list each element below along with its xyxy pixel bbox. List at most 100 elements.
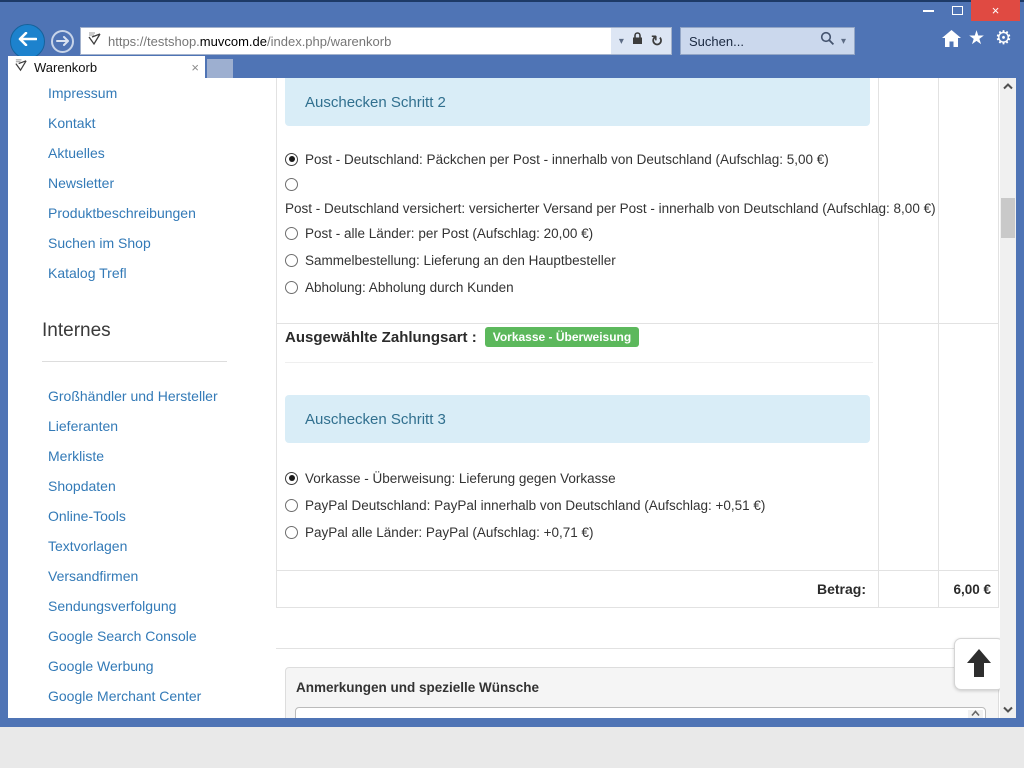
content-bottom-border [276,648,999,649]
radio-selected[interactable] [285,472,298,485]
scrollbar-down-icon[interactable] [1000,701,1016,718]
radio-selected[interactable] [285,153,298,166]
payment-option-label: PayPal alle Länder: PayPal (Aufschlag: +… [305,525,594,540]
sidebar-divider [42,361,227,362]
sidebar-item-sendungsverfolgung[interactable]: Sendungsverfolgung [8,591,268,621]
search-input[interactable]: Suchen... ▾ [680,27,855,55]
table-border-col2 [878,78,879,607]
back-arrow-icon [18,32,37,51]
forward-button[interactable] [51,30,74,53]
total-label: Betrag: [276,571,878,607]
sidebar-item-online-tools[interactable]: Online-Tools [8,501,268,531]
browser-window: × https://testshop.muvcom.de/index.php/w… [0,0,1024,727]
sidebar-item-kontakt[interactable]: Kontakt [8,108,268,138]
soft-divider [285,362,873,363]
radio-unselected[interactable] [285,281,298,294]
maximize-button[interactable] [943,0,971,21]
radio-unselected[interactable] [285,178,298,191]
step2-panel: Auschecken Schritt 2 [285,78,870,126]
textarea-scroll-up-icon[interactable] [968,710,983,718]
shipping-option-label: Sammelbestellung: Lieferung an den Haupt… [305,253,616,268]
step2-title: Auschecken Schritt 2 [305,94,446,111]
home-icon[interactable] [941,29,962,53]
window-border-top [0,0,1024,2]
tab-favicon [14,58,28,77]
sidebar-item-suchen-im-shop[interactable]: Suchen im Shop [8,228,268,258]
page-viewport: Impressum Kontakt Aktuelles Newsletter P… [8,78,1000,718]
sidebar-item-google-merchant-center[interactable]: Google Merchant Center [8,681,268,711]
close-button[interactable]: × [971,0,1020,21]
shipping-option-label: Post - Deutschland: Päckchen per Post - … [305,152,829,167]
radio-unselected[interactable] [285,254,298,267]
sidebar-item-newsletter[interactable]: Newsletter [8,168,268,198]
desktop-background [0,727,1024,768]
sidebar-item-produktbeschreibungen[interactable]: Produktbeschreibungen [8,198,268,228]
table-border-left [276,78,277,607]
selected-payment-label: Ausgewählte Zahlungsart : [285,329,477,346]
radio-unselected[interactable] [285,227,298,240]
sidebar-item-google-search-console[interactable]: Google Search Console [8,621,268,651]
vertical-scrollbar[interactable] [1000,78,1016,718]
lock-icon [632,32,643,50]
radio-unselected[interactable] [285,526,298,539]
table-border-right [998,78,999,607]
total-row-bottom-border [276,607,999,608]
sidebar-item-aktuelles[interactable]: Aktuelles [8,138,268,168]
shipping-option-row[interactable] [285,174,298,194]
tab-close-icon[interactable]: × [191,60,199,75]
shipping-option-label-wrapped[interactable]: Post - Deutschland versichert: versicher… [285,198,936,218]
scroll-to-top-button[interactable] [954,638,1000,690]
sidebar-nav-top: Impressum Kontakt Aktuelles Newsletter P… [8,78,268,288]
selected-payment-row: Ausgewählte Zahlungsart : Vorkasse - Übe… [285,325,639,349]
sidebar-item-google-werbung[interactable]: Google Werbung [8,651,268,681]
tab-title: Warenkorb [34,60,185,75]
section-divider [276,323,999,324]
minimize-button[interactable] [913,0,943,21]
sidebar-section-title: Internes [42,320,111,342]
step3-panel: Auschecken Schritt 3 [285,395,870,443]
settings-gear-icon[interactable]: ⚙ [995,29,1012,49]
sidebar-item-katalog-trefl[interactable]: Katalog Trefl [8,258,268,288]
payment-option-label: PayPal Deutschland: PayPal innerhalb von… [305,498,765,513]
address-bar-controls: ▾ ↻ [611,28,671,54]
table-border-col3 [938,78,939,607]
address-bar[interactable]: https://testshop.muvcom.de/index.php/war… [80,27,672,55]
total-value: 6,00 € [938,571,999,607]
search-dropdown-icon[interactable]: ▾ [841,36,846,47]
scrollbar-thumb[interactable] [1001,198,1015,238]
autocomplete-dropdown-icon[interactable]: ▾ [619,36,624,47]
radio-unselected[interactable] [285,499,298,512]
notes-textarea[interactable] [295,707,986,718]
selected-payment-badge: Vorkasse - Überweisung [485,327,640,347]
shipping-option-row[interactable]: Sammelbestellung: Lieferung an den Haupt… [285,250,616,270]
search-icon[interactable] [820,31,835,51]
payment-option-row[interactable]: PayPal alle Länder: PayPal (Aufschlag: +… [285,522,594,542]
up-arrow-icon [966,648,992,681]
scrollbar-up-icon[interactable] [1000,78,1016,95]
favorites-star-icon[interactable]: ★ [968,29,985,49]
sidebar-nav-internal: Großhändler und Hersteller Lieferanten M… [8,381,268,711]
notes-title: Anmerkungen und spezielle Wünsche [296,680,539,695]
shipping-option-row[interactable]: Post - alle Länder: per Post (Aufschlag:… [285,223,593,243]
back-button[interactable] [10,24,45,59]
url-text: https://testshop.muvcom.de/index.php/war… [108,34,611,49]
sidebar-item-impressum[interactable]: Impressum [8,78,268,108]
sidebar-item-textvorlagen[interactable]: Textvorlagen [8,531,268,561]
sidebar-item-grosshaendler[interactable]: Großhändler und Hersteller [8,381,268,411]
shipping-option-row[interactable]: Post - Deutschland: Päckchen per Post - … [285,149,829,169]
payment-option-row[interactable]: Vorkasse - Überweisung: Lieferung gegen … [285,468,616,488]
sidebar-item-lieferanten[interactable]: Lieferanten [8,411,268,441]
screen: × https://testshop.muvcom.de/index.php/w… [0,0,1024,768]
sidebar-item-versandfirmen[interactable]: Versandfirmen [8,561,268,591]
payment-option-row[interactable]: PayPal Deutschland: PayPal innerhalb von… [285,495,765,515]
site-favicon [87,31,102,51]
refresh-icon[interactable]: ↻ [651,32,664,50]
sidebar-item-shopdaten[interactable]: Shopdaten [8,471,268,501]
shipping-option-label: Post - alle Länder: per Post (Aufschlag:… [305,226,593,241]
search-placeholder: Suchen... [689,34,814,49]
sidebar-item-merkliste[interactable]: Merkliste [8,441,268,471]
new-tab-button[interactable] [207,59,233,78]
payment-option-label: Vorkasse - Überweisung: Lieferung gegen … [305,471,616,486]
shipping-option-row[interactable]: Abholung: Abholung durch Kunden [285,277,514,297]
browser-tab[interactable]: Warenkorb × [8,56,205,78]
